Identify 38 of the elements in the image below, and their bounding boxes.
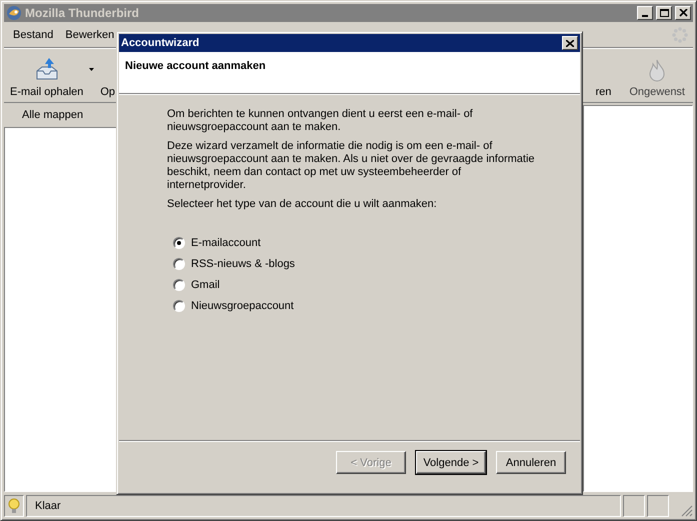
radio-button[interactable] — [173, 279, 185, 291]
status-text: Klaar — [35, 500, 61, 512]
menu-item[interactable]: Bewerken — [60, 27, 120, 43]
app-icon — [6, 5, 22, 21]
folder-pane-header[interactable]: Alle mappen — [22, 109, 84, 121]
radio-label[interactable]: RSS-nieuws & -blogs — [191, 258, 295, 270]
status-panel — [647, 495, 669, 517]
description-text: Deze wizard verzamelt de informatie die nodig is om een e-mail- of nieuwsgroepaccount aan te maken. Als u niet over de gevraagde informatie beschikt, neem dan contact op met uw systeembeheerder of internetprovider. — [167, 140, 536, 192]
toolbar-button[interactable]: Ongewenst — [627, 59, 687, 98]
dialog-title: Accountwizard — [121, 37, 200, 49]
status-panel — [623, 495, 645, 517]
close-button[interactable] — [562, 36, 578, 50]
radio-button[interactable] — [173, 237, 185, 249]
dropdown-arrow-icon[interactable] — [89, 68, 94, 70]
radio-button[interactable] — [173, 258, 185, 270]
minimize-button[interactable] — [637, 6, 653, 20]
radio-label[interactable]: Nieuwsgroepaccount — [191, 300, 294, 312]
maximize-icon — [660, 9, 668, 17]
radio-label[interactable]: Gmail — [191, 279, 220, 291]
close-icon — [566, 40, 574, 46]
radio-label[interactable]: E-mailaccount — [191, 237, 261, 249]
close-button[interactable] — [675, 6, 691, 20]
lightbulb-icon — [8, 498, 20, 514]
close-icon — [678, 9, 688, 17]
window-title: Mozilla Thunderbird — [25, 6, 140, 20]
dialog-button[interactable]: Volgende > — [416, 451, 486, 474]
description-text: Selecteer het type van de account die u wilt aanmaken: — [167, 198, 438, 211]
description-text: Om berichten te kunnen ontvangen dient u eerst een e-mail- of nieuwsgroepaccount aan te maken. — [167, 108, 474, 134]
dialog-button[interactable]: Annuleren — [496, 451, 566, 474]
dialog-heading: Nieuwe account aanmaken — [125, 60, 266, 72]
toolbar-button[interactable]: Op — [98, 86, 118, 98]
toolbar-button[interactable]: ren — [593, 86, 614, 98]
maximize-button[interactable] — [656, 6, 672, 20]
menu-item[interactable]: Bestand — [8, 27, 58, 43]
radio-button[interactable] — [173, 300, 185, 312]
resize-grip-icon — [681, 505, 693, 517]
flame-icon — [647, 59, 668, 83]
toolbar-button[interactable]: E-mail ophalen — [8, 57, 86, 98]
